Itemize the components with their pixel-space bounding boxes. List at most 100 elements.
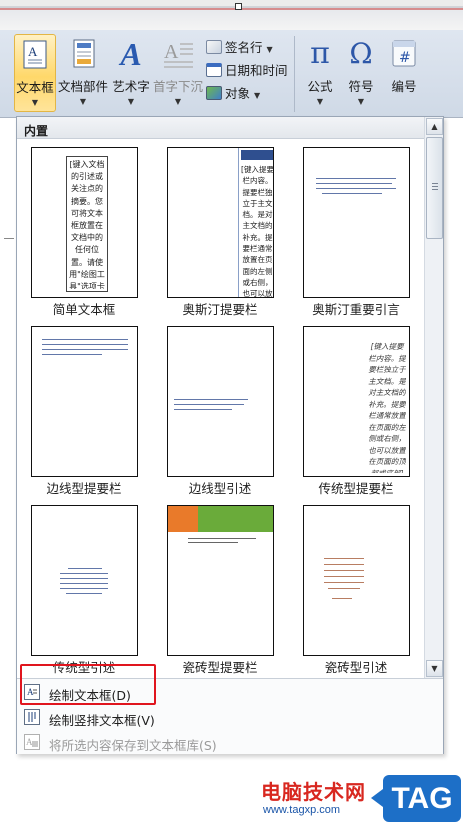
margin-tick — [4, 238, 14, 239]
save-to-gallery-label: 将所选内容保存到文本框库(S) — [49, 738, 217, 753]
item-caption: 简单文本框 — [52, 302, 116, 317]
preview-text: [键入提要栏内容。提要栏独立于主文档。是对主文档的补充。提要栏通常放置在页面的左… — [368, 342, 406, 473]
textbox-icon: A — [18, 39, 52, 71]
preview-quote-block — [324, 558, 368, 602]
preview-text: [键入文档的引述或关注点的摘要。您可将文本框放置在文档中的任何位置。请使用"绘图… — [69, 160, 105, 289]
signature-line-button[interactable]: 签名行 ▼ — [206, 37, 273, 57]
docparts-button[interactable]: 文档部件 ▼ — [58, 34, 108, 112]
item-caption: 奥斯汀提要栏 — [182, 302, 258, 317]
template-preview: [键入提要栏内容。提要栏独立于主文档。是对主文档的补充。提要栏通常放置在页面的左… — [303, 326, 410, 477]
item-caption: 传统型提要栏 — [318, 481, 394, 496]
draw-vertical-textbox-label: 绘制竖排文本框(V) — [49, 713, 155, 728]
document-top-strip — [0, 0, 463, 30]
template-preview — [31, 326, 138, 477]
textbox-gallery: 内置 [键入文档的引述或关注点的摘要。您可将文本框放置在文档中的任何位置。请使用… — [16, 116, 444, 754]
number-icon: # — [387, 38, 421, 70]
chevron-down-icon: ▼ — [127, 97, 135, 106]
svg-text:A: A — [26, 737, 33, 747]
template-preview: [键入文档的引述或关注点的摘要。您可将文本框放置在文档中的任何位置。请使用"绘图… — [31, 147, 138, 298]
chevron-down-icon: ▼ — [316, 97, 324, 106]
item-caption: 瓷砖型提要栏 — [182, 660, 258, 675]
gallery-item-border-quote[interactable]: 边线型引述 — [160, 322, 280, 500]
textbox-label: 文本框 — [16, 80, 54, 95]
document-parts-icon — [66, 38, 100, 70]
document-margin — [0, 118, 16, 827]
preview-header-bar — [241, 150, 273, 160]
gallery-item-austin-pull-quote[interactable]: 奥斯汀重要引言 — [296, 143, 416, 321]
equation-label: 公式 — [307, 79, 333, 94]
preview-textbox-frame: [键入文档的引述或关注点的摘要。您可将文本框放置在文档中的任何位置。请使用"绘图… — [66, 156, 108, 292]
number-glyph: # — [399, 50, 411, 66]
preview-quote-block — [316, 176, 396, 196]
vertical-textbox-icon — [24, 709, 40, 725]
template-preview — [303, 147, 410, 298]
item-caption: 边线型提要栏 — [46, 481, 122, 496]
item-caption: 奥斯汀重要引言 — [312, 302, 400, 317]
chevron-down-icon: ▼ — [254, 91, 261, 100]
chevron-down-icon: ▼ — [31, 98, 39, 107]
gallery-item-traditional-quote[interactable]: 传统型引述 — [24, 501, 144, 678]
dropcap-icon: A — [161, 38, 195, 70]
omega-icon: Ω — [349, 37, 373, 70]
site-watermark: 电脑技术网 www.tagxp.com TAG — [255, 772, 463, 827]
save-to-gallery-icon: A — [24, 734, 40, 750]
gallery-items: [键入文档的引述或关注点的摘要。您可将文本框放置在文档中的任何位置。请使用"绘图… — [17, 140, 425, 678]
template-preview — [31, 505, 138, 656]
date-time-button[interactable]: 日期和时间 — [206, 60, 288, 80]
wordart-label: 艺术字 — [112, 79, 150, 94]
gallery-section-header: 内置 — [17, 117, 425, 139]
wordart-button[interactable]: A 艺术字 ▼ — [111, 34, 151, 112]
gallery-scrollbar[interactable]: ▲ ▼ — [424, 117, 443, 678]
preview-sidebar-band: [键入提要栏内容。提要栏独立于主文档。是对主文档的补充。提要栏通常放置在页面的左… — [238, 148, 274, 298]
chevron-down-icon: ▼ — [266, 45, 273, 54]
template-preview — [167, 505, 274, 656]
gallery-item-austin-sidebar[interactable]: [键入提要栏内容。提要栏独立于主文档。是对主文档的补充。提要栏通常放置在页面的左… — [160, 143, 280, 321]
document-edge-line — [0, 8, 463, 10]
preview-tile-accent — [168, 506, 198, 532]
watermark-tag-logo: TAG — [371, 775, 461, 822]
dropcap-button[interactable]: A 首字下沉 ▼ — [153, 34, 203, 112]
object-icon — [206, 86, 222, 100]
scroll-down-arrow-icon[interactable]: ▼ — [426, 660, 443, 677]
template-preview — [303, 505, 410, 656]
insert-ribbon: A 文本框 ▼ 文档部件 ▼ A 艺术字 ▼ A 首字下沉 ▼ 签名行 ▼ 日期… — [0, 30, 463, 118]
date-time-label: 日期和时间 — [225, 63, 288, 78]
gallery-item-tile-quote[interactable]: 瓷砖型引述 — [296, 501, 416, 678]
chevron-down-icon: ▼ — [79, 97, 87, 106]
template-preview: [键入提要栏内容。提要栏独立于主文档。是对主文档的补充。提要栏通常放置在页面的左… — [167, 147, 274, 298]
preview-text: [键入提要栏内容。提要栏独立于主文档。是对主文档的补充。提要栏通常放置在页面的左… — [241, 165, 274, 298]
item-caption: 边线型引述 — [188, 481, 252, 496]
calendar-icon — [206, 63, 222, 77]
textbox-button[interactable]: A 文本框 ▼ — [14, 34, 56, 112]
number-label: 编号 — [391, 79, 417, 94]
signature-line-label: 签名行 — [225, 40, 263, 55]
signature-pen-icon — [206, 40, 222, 54]
gallery-item-traditional-sidebar[interactable]: [键入提要栏内容。提要栏独立于主文档。是对主文档的补充。提要栏通常放置在页面的左… — [296, 322, 416, 500]
symbol-label: 符号 — [348, 79, 374, 94]
chevron-down-icon: ▼ — [357, 97, 365, 106]
gallery-item-tile-sidebar[interactable]: 瓷砖型提要栏 — [160, 501, 280, 678]
scroll-thumb[interactable] — [426, 137, 443, 239]
watermark-url: www.tagxp.com — [263, 804, 341, 816]
save-to-textbox-gallery-command: A 将所选内容保存到文本框库(S) — [21, 731, 435, 753]
svg-text:A: A — [164, 41, 179, 63]
object-label: 对象 — [225, 86, 251, 101]
gallery-item-border-sidebar[interactable]: 边线型提要栏 — [24, 322, 144, 500]
svg-text:A: A — [28, 44, 38, 59]
pi-icon: π — [310, 36, 330, 71]
highlight-annotation — [20, 664, 156, 705]
draw-vertical-textbox-command[interactable]: 绘制竖排文本框(V) — [21, 706, 435, 728]
docparts-label: 文档部件 — [58, 79, 109, 94]
ribbon-separator — [294, 36, 295, 112]
chevron-down-icon: ▼ — [174, 97, 182, 106]
equation-button[interactable]: π 公式 ▼ — [300, 34, 340, 112]
wordart-icon: A — [120, 36, 142, 72]
dropcap-label: 首字下沉 — [153, 79, 204, 94]
resize-handle[interactable] — [235, 3, 242, 10]
number-button[interactable]: # 编号 — [384, 34, 424, 112]
watermark-title: 电脑技术网 — [261, 780, 366, 804]
gallery-item-simple-textbox[interactable]: [键入文档的引述或关注点的摘要。您可将文本框放置在文档中的任何位置。请使用"绘图… — [24, 143, 144, 321]
symbol-button[interactable]: Ω 符号 ▼ — [342, 34, 380, 112]
scroll-up-arrow-icon[interactable]: ▲ — [426, 118, 443, 135]
object-button[interactable]: 对象 ▼ — [206, 83, 260, 103]
